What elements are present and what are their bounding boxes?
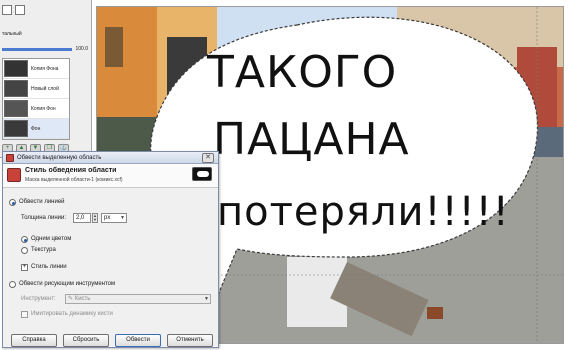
paint-tool-radio[interactable]	[9, 281, 16, 288]
line-width-spinner[interactable]: ▲ ▼	[92, 213, 98, 223]
opacity-row: 100.0	[2, 44, 88, 54]
opacity-slider-fill	[2, 47, 73, 51]
dialog-window-title: Обвести выделенную область	[17, 154, 102, 161]
layer-thumbnail	[4, 80, 28, 97]
cancel-button[interactable]: Отменить	[167, 334, 213, 347]
line-width-input[interactable]: 2,0	[73, 213, 91, 223]
reset-button[interactable]: Сбросить	[63, 334, 109, 347]
dialog-header-subtitle: Маска выделенной области-1 (комикс.xcf)	[25, 177, 123, 183]
settings-icon[interactable]	[15, 5, 25, 15]
dialog-header-title: Стиль обведения области	[25, 167, 117, 174]
layer-row[interactable]: Копия Фон	[3, 99, 69, 119]
stroke-line-radio[interactable]	[9, 199, 16, 206]
panel-toolbar	[2, 4, 25, 16]
layer-list: Копия Фона Новый слой Копия Фон Фон	[2, 58, 70, 140]
dialog-titlebar[interactable]: Обвести выделенную область	[3, 152, 218, 164]
mode-label[interactable]: тальный	[2, 31, 22, 37]
unit-select[interactable]: px ▼	[101, 213, 127, 223]
layer-thumbnail	[4, 120, 28, 137]
stroke-button[interactable]: Обвести	[115, 334, 161, 347]
paint-tool-label[interactable]: Обвести рисующим инструментом	[19, 281, 115, 287]
emulate-dynamics-label[interactable]: Имитировать динамику кисти	[31, 311, 113, 317]
tool-value: Кисть	[74, 296, 91, 302]
chevron-down-icon: ▼	[204, 296, 209, 302]
paint-icon[interactable]	[2, 5, 12, 15]
pattern-label[interactable]: Текстура	[31, 247, 56, 253]
mode-row[interactable]: тальный	[2, 28, 22, 40]
solid-color-label[interactable]: Одним цветом	[31, 236, 71, 242]
bubble-text-line-1: ТАКОГО	[207, 47, 398, 98]
dialog-header: Стиль обведения области Маска выделенной…	[3, 164, 218, 188]
layer-name: Фон	[31, 125, 41, 132]
emulate-dynamics-checkbox[interactable]	[21, 311, 28, 318]
dialog-buttons: Справка Сбросить Обвести Отменить	[7, 334, 215, 347]
close-button[interactable]: ✕	[202, 153, 214, 163]
stroke-selection-dialog: Обвести выделенную область ✕ Стиль обвед…	[2, 151, 219, 348]
layer-row[interactable]: Новый слой	[3, 79, 69, 99]
image-preview-icon	[192, 167, 212, 181]
tool-select[interactable]: ✎ Кисть ▼	[65, 294, 211, 304]
line-style-label[interactable]: Стиль линии	[31, 264, 67, 270]
layer-row[interactable]: Фон	[3, 119, 69, 139]
pattern-radio[interactable]	[21, 247, 28, 254]
chevron-down-icon: ▼	[120, 215, 125, 221]
layer-thumbnail	[4, 60, 28, 77]
layer-name: Копия Фона	[31, 65, 59, 72]
stroke-line-label[interactable]: Обвести линией	[19, 199, 65, 205]
layer-row[interactable]: Копия Фона	[3, 59, 69, 79]
opacity-value[interactable]: 100.0	[75, 46, 88, 52]
brush-icon: ✎	[68, 296, 75, 302]
gimp-app-icon	[6, 153, 14, 162]
expand-icon[interactable]: +	[21, 264, 28, 271]
unit-value: px	[104, 215, 111, 221]
solid-color-radio[interactable]	[21, 236, 28, 243]
line-width-label: Толщина линии:	[21, 215, 67, 221]
stroke-icon	[7, 168, 21, 182]
opacity-slider[interactable]	[2, 47, 73, 51]
bubble-text-line-2: ПАЦАНА	[213, 114, 410, 165]
layer-name: Копия Фон	[31, 105, 56, 112]
bubble-text-line-3: потеряли!!!!!	[217, 189, 510, 235]
layer-name: Новый слой	[31, 85, 59, 92]
layer-thumbnail	[4, 100, 28, 117]
tool-label: Инструмент:	[21, 296, 56, 302]
layers-panel: тальный 100.0 Копия Фона Новый слой Копи…	[0, 0, 92, 158]
help-button[interactable]: Справка	[11, 334, 57, 347]
